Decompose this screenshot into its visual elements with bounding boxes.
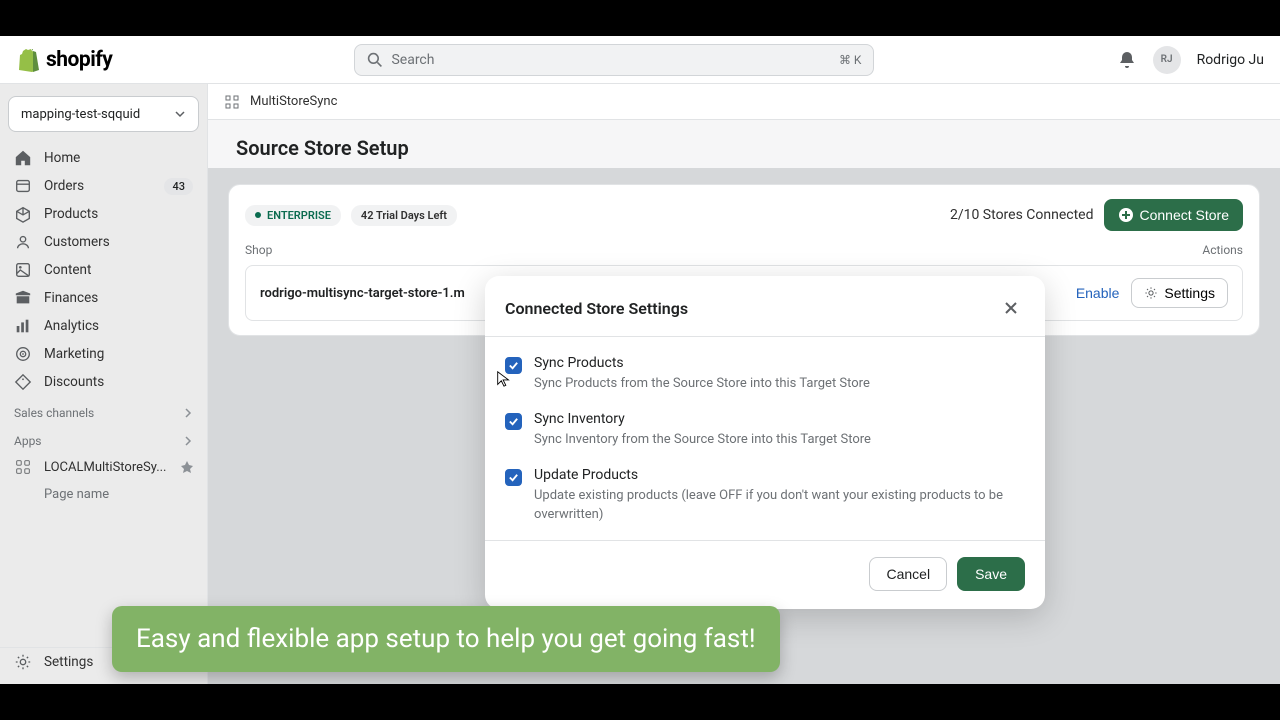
marketing-icon xyxy=(14,345,32,363)
option-desc: Sync Inventory from the Source Store int… xyxy=(534,431,871,449)
option-update-products: Update Products Update existing products… xyxy=(505,467,1025,523)
search-wrap: Search ⌘ K xyxy=(354,44,874,76)
col-actions: Actions xyxy=(1202,243,1243,257)
avatar[interactable]: RJ xyxy=(1153,46,1181,74)
modal-body: Sync Products Sync Products from the Sou… xyxy=(485,337,1045,532)
content-icon xyxy=(14,261,32,279)
search-input[interactable]: Search ⌘ K xyxy=(354,44,874,76)
option-sync-products: Sync Products Sync Products from the Sou… xyxy=(505,355,1025,393)
sidebar-item-marketing[interactable]: Marketing xyxy=(0,340,207,368)
logo: shopify xyxy=(16,47,112,73)
check-icon xyxy=(508,472,519,483)
username: Rodrigo Ju xyxy=(1197,52,1264,68)
finances-icon xyxy=(14,289,32,307)
sidebar-item-customers[interactable]: Customers xyxy=(0,228,207,256)
topbar-right: RJ Rodrigo Ju xyxy=(1117,46,1264,74)
search-icon xyxy=(367,52,383,68)
check-icon xyxy=(508,360,519,371)
card-top-row: ENTERPRISE 42 Trial Days Left 2/10 Store… xyxy=(245,199,1243,231)
sidebar-subpage[interactable]: Page name xyxy=(0,482,207,507)
checkbox-update-products[interactable] xyxy=(505,469,522,486)
sidebar-item-content[interactable]: Content xyxy=(0,256,207,284)
gear-icon xyxy=(14,653,32,671)
option-title: Sync Products xyxy=(534,355,870,371)
sidebar-item-discounts[interactable]: Discounts xyxy=(0,368,207,396)
letterbox-bottom xyxy=(0,684,1280,720)
save-button[interactable]: Save xyxy=(957,557,1025,591)
modal-header: Connected Store Settings xyxy=(485,276,1045,337)
brand-text: shopify xyxy=(46,48,112,72)
modal-footer: Cancel Save xyxy=(485,540,1045,609)
search-placeholder: Search xyxy=(391,52,434,68)
nav-list: Home Orders 43 Products Customers Conten… xyxy=(0,144,207,396)
sidebar-app-item[interactable]: LOCALMultiStoreSy... xyxy=(0,452,207,482)
option-desc: Sync Products from the Source Store into… xyxy=(534,375,870,393)
checkbox-sync-products[interactable] xyxy=(505,357,522,374)
trial-badge: 42 Trial Days Left xyxy=(351,205,457,226)
page-title: Source Store Setup xyxy=(208,120,1280,168)
tier-badge: ENTERPRISE xyxy=(245,205,341,226)
sidebar-item-finances[interactable]: Finances xyxy=(0,284,207,312)
nav-section-sales-channels[interactable]: Sales channels xyxy=(0,396,207,424)
sidebar-item-products[interactable]: Products xyxy=(0,200,207,228)
analytics-icon xyxy=(14,317,32,335)
stores-connected-label: 2/10 Stores Connected xyxy=(950,207,1094,223)
option-desc: Update existing products (leave OFF if y… xyxy=(534,487,1025,523)
close-button[interactable] xyxy=(997,294,1025,322)
close-icon xyxy=(1001,298,1021,318)
chevron-right-icon xyxy=(183,436,193,446)
connect-store-button[interactable]: Connect Store xyxy=(1104,199,1244,231)
home-icon xyxy=(14,149,32,167)
sidebar-item-orders[interactable]: Orders 43 xyxy=(0,172,207,200)
table-header: Shop Actions xyxy=(245,231,1243,265)
letterbox-top xyxy=(0,0,1280,36)
cancel-button[interactable]: Cancel xyxy=(869,557,947,591)
connected-store-settings-modal: Connected Store Settings Sync Products S… xyxy=(485,276,1045,609)
products-icon xyxy=(14,205,32,223)
sidebar: mapping-test-sqquid Home Orders 43 Produ… xyxy=(0,84,208,684)
promo-toast: Easy and flexible app setup to help you … xyxy=(112,606,780,672)
store-switcher[interactable]: mapping-test-sqquid xyxy=(8,96,199,132)
col-shop: Shop xyxy=(245,243,272,257)
option-title: Sync Inventory xyxy=(534,411,871,427)
orders-badge: 43 xyxy=(164,178,193,195)
notifications-icon[interactable] xyxy=(1117,50,1137,70)
enable-button[interactable]: Enable xyxy=(1076,285,1120,301)
chevron-right-icon xyxy=(183,408,193,418)
row-settings-button[interactable]: Settings xyxy=(1131,278,1228,308)
search-kbd: ⌘ K xyxy=(839,53,862,67)
discounts-icon xyxy=(14,373,32,391)
check-icon xyxy=(508,416,519,427)
pin-icon[interactable] xyxy=(181,461,193,473)
row-actions: Enable Settings xyxy=(1076,278,1228,308)
breadcrumb: MultiStoreSync xyxy=(208,84,1280,120)
option-sync-inventory: Sync Inventory Sync Inventory from the S… xyxy=(505,411,1025,449)
breadcrumb-label[interactable]: MultiStoreSync xyxy=(250,94,337,109)
nav-section-apps[interactable]: Apps xyxy=(0,424,207,452)
customers-icon xyxy=(14,233,32,251)
plus-icon xyxy=(1118,207,1134,223)
shop-name: rodrigo-multisync-target-store-1.m xyxy=(260,286,465,301)
checkbox-sync-inventory[interactable] xyxy=(505,413,522,430)
shopify-icon xyxy=(16,47,40,73)
sidebar-item-home[interactable]: Home xyxy=(0,144,207,172)
top-bar: shopify Search ⌘ K RJ Rodrigo Ju xyxy=(0,36,1280,84)
orders-icon xyxy=(14,177,32,195)
app-icon xyxy=(14,458,32,476)
option-title: Update Products xyxy=(534,467,1025,483)
modal-title: Connected Store Settings xyxy=(505,299,688,318)
sidebar-item-analytics[interactable]: Analytics xyxy=(0,312,207,340)
app-icon xyxy=(224,94,240,110)
gear-icon xyxy=(1144,286,1158,300)
chevron-down-icon xyxy=(174,108,186,120)
